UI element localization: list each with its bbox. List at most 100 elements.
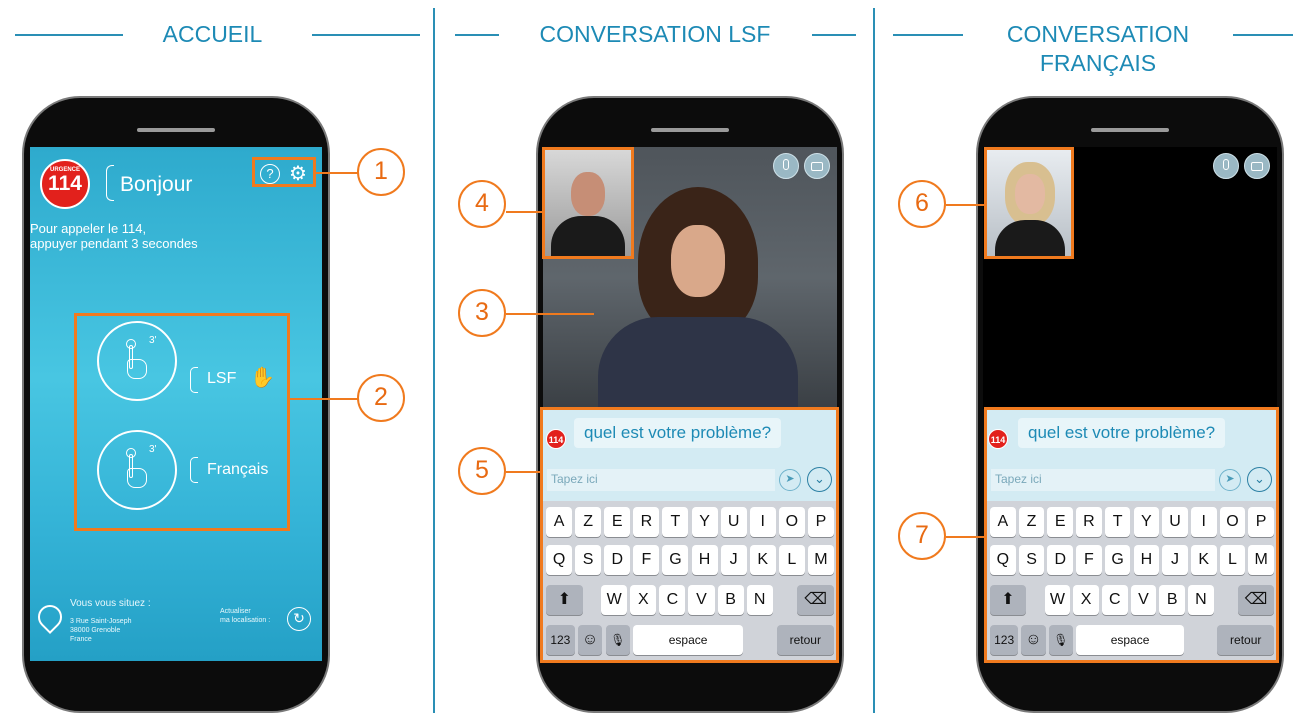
key-t[interactable]: T — [1104, 507, 1131, 537]
caller-thumbnail — [984, 147, 1074, 259]
key-x[interactable]: X — [1073, 585, 1099, 615]
caller-body — [995, 220, 1065, 256]
key-r[interactable]: R — [633, 507, 660, 537]
key-b[interactable]: B — [717, 585, 744, 615]
callout-7: 7 — [898, 512, 946, 560]
phone-speaker — [1091, 128, 1169, 132]
title-rule — [312, 34, 420, 36]
key-d[interactable]: D — [604, 545, 631, 575]
key-e[interactable]: E — [1047, 507, 1074, 537]
refresh-label-1: Actualiser — [220, 608, 251, 615]
key-b[interactable]: B — [1159, 585, 1186, 615]
key-c[interactable]: C — [659, 585, 686, 615]
shift-key[interactable]: ⬆ — [546, 585, 583, 615]
emoji-key[interactable]: ☺ — [1021, 625, 1046, 655]
key-q[interactable]: Q — [546, 545, 573, 575]
microphone-button[interactable] — [1213, 153, 1239, 179]
key-l[interactable]: L — [1219, 545, 1246, 575]
key-f[interactable]: F — [1076, 545, 1102, 575]
key-h[interactable]: H — [691, 545, 718, 575]
key-v[interactable]: V — [688, 585, 715, 615]
key-r[interactable]: R — [1076, 507, 1102, 537]
key-x[interactable]: X — [630, 585, 657, 615]
key-u[interactable]: U — [720, 507, 747, 537]
phone-speaker — [651, 128, 729, 132]
address-line3: France — [70, 636, 92, 643]
key-j[interactable]: J — [720, 545, 747, 575]
key-f[interactable]: F — [633, 545, 660, 575]
callout-line — [946, 536, 986, 538]
key-k[interactable]: K — [1190, 545, 1217, 575]
key-p[interactable]: P — [807, 507, 834, 537]
settings-highlight — [252, 157, 316, 187]
microphone-button[interactable] — [773, 153, 799, 179]
logo-114: URGENCE 114 — [40, 159, 90, 209]
key-m[interactable]: M — [807, 545, 834, 575]
numbers-key[interactable]: 123 — [990, 625, 1019, 655]
backspace-key[interactable]: ⌫ — [1238, 585, 1274, 615]
interpreter-face — [671, 225, 725, 297]
key-y[interactable]: Y — [691, 507, 718, 537]
shift-key[interactable]: ⬆ — [990, 585, 1026, 615]
key-s[interactable]: S — [1018, 545, 1045, 575]
key-w[interactable]: W — [1044, 585, 1071, 615]
key-a[interactable]: A — [546, 507, 573, 537]
dictation-key[interactable]: 🎙 — [1048, 625, 1074, 655]
title-rule — [812, 34, 856, 36]
callout-line — [316, 172, 358, 174]
key-n[interactable]: N — [1188, 585, 1214, 615]
key-c[interactable]: C — [1101, 585, 1128, 615]
key-g[interactable]: G — [662, 545, 689, 575]
callout-4: 4 — [458, 180, 506, 228]
key-o[interactable]: O — [1219, 507, 1246, 537]
key-i[interactable]: I — [1190, 507, 1217, 537]
key-j[interactable]: J — [1162, 545, 1188, 575]
backspace-key[interactable]: ⌫ — [797, 585, 834, 615]
caller-face — [1015, 174, 1045, 214]
key-n[interactable]: N — [746, 585, 773, 615]
space-key[interactable]: espace — [633, 625, 743, 655]
key-k[interactable]: K — [749, 545, 776, 575]
key-d[interactable]: D — [1047, 545, 1074, 575]
emoji-key[interactable]: ☺ — [577, 625, 603, 655]
location-title: Vous vous situez : — [70, 598, 151, 609]
space-key[interactable]: espace — [1076, 625, 1185, 655]
callout-line — [506, 211, 542, 213]
interpreter-shirt — [598, 317, 798, 409]
key-l[interactable]: L — [778, 545, 805, 575]
return-key[interactable]: retour — [776, 625, 834, 655]
key-s[interactable]: S — [575, 545, 602, 575]
key-z[interactable]: Z — [575, 507, 602, 537]
key-o[interactable]: O — [778, 507, 805, 537]
key-q[interactable]: Q — [990, 545, 1016, 575]
key-i[interactable]: I — [749, 507, 776, 537]
key-w[interactable]: W — [601, 585, 628, 615]
key-y[interactable]: Y — [1133, 507, 1160, 537]
key-p[interactable]: P — [1248, 507, 1274, 537]
refresh-label-2: ma localisation : — [220, 617, 271, 624]
call-buttons-highlight — [74, 313, 290, 531]
key-g[interactable]: G — [1104, 545, 1131, 575]
title-rule — [455, 34, 499, 36]
numbers-key[interactable]: 123 — [546, 625, 575, 655]
return-key[interactable]: retour — [1217, 625, 1274, 655]
key-e[interactable]: E — [604, 507, 631, 537]
address-line1: 3 Rue Saint-Joseph — [70, 618, 132, 625]
callout-2: 2 — [357, 374, 405, 422]
phone-speaker — [137, 128, 215, 132]
camera-button[interactable] — [1244, 153, 1270, 179]
dictation-key[interactable]: 🎙 — [605, 625, 631, 655]
key-v[interactable]: V — [1130, 585, 1157, 615]
key-u[interactable]: U — [1162, 507, 1188, 537]
refresh-location-icon[interactable]: ↻ — [287, 607, 311, 631]
divider-right — [873, 8, 875, 713]
callout-line — [506, 313, 594, 315]
greeting-bracket — [106, 165, 114, 201]
camera-button[interactable] — [804, 153, 830, 179]
key-z[interactable]: Z — [1018, 507, 1045, 537]
key-h[interactable]: H — [1133, 545, 1160, 575]
key-m[interactable]: M — [1248, 545, 1274, 575]
key-a[interactable]: A — [990, 507, 1016, 537]
operator-face — [571, 172, 605, 216]
key-t[interactable]: T — [662, 507, 689, 537]
